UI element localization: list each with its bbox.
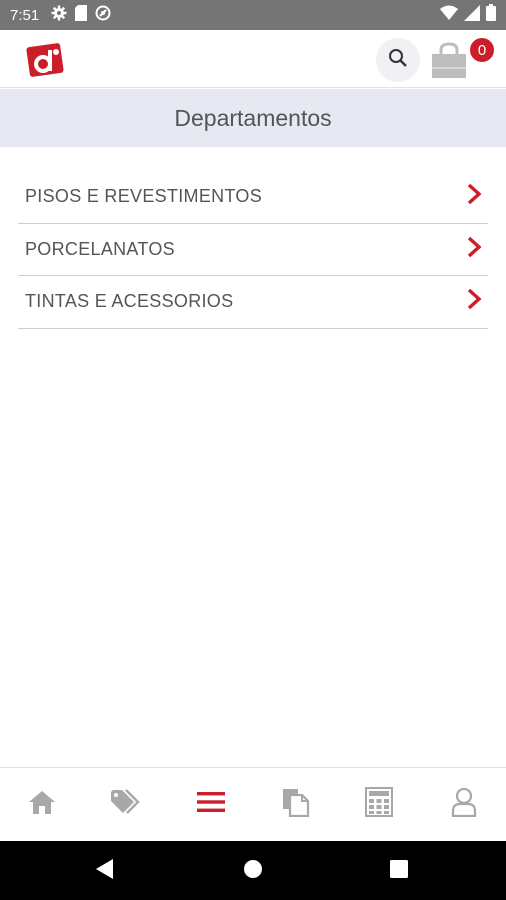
section-header: Departamentos — [0, 89, 506, 147]
recents-icon — [390, 859, 408, 883]
documents-icon — [280, 787, 310, 822]
nav-calculator-button[interactable] — [354, 782, 404, 826]
department-label: PORCELANATOS — [25, 238, 175, 259]
department-label: TINTAS E ACESSORIOS — [25, 291, 234, 312]
nav-menu-button[interactable] — [186, 782, 236, 826]
nav-offers-button[interactable] — [101, 782, 151, 826]
nav-documents-button[interactable] — [270, 782, 320, 826]
wifi-icon — [440, 5, 458, 26]
shopping-bag-icon — [430, 42, 468, 83]
menu-icon — [197, 791, 225, 818]
department-label: PISOS E REVESTIMENTOS — [25, 186, 263, 207]
department-list: PISOS E REVESTIMENTOS PORCELANATOS TINTA… — [18, 171, 488, 329]
chevron-right-icon — [466, 288, 482, 315]
gear-icon — [51, 5, 67, 26]
recents-button[interactable] — [386, 858, 412, 884]
back-icon — [95, 858, 115, 885]
cart-button[interactable]: 0 — [428, 36, 498, 84]
calculator-icon — [365, 786, 393, 822]
page-title: Departamentos — [174, 104, 332, 131]
tag-icon — [109, 788, 143, 821]
brand-logo-icon[interactable] — [26, 42, 66, 78]
nav-home-button[interactable] — [17, 782, 67, 826]
system-navigation-bar — [0, 841, 506, 900]
home-button[interactable] — [240, 858, 266, 884]
nav-account-button[interactable] — [439, 782, 489, 826]
department-item-pisos[interactable]: PISOS E REVESTIMENTOS — [18, 171, 488, 224]
search-button[interactable] — [376, 38, 420, 82]
sim-card-icon — [75, 4, 88, 26]
cart-count-badge: 0 — [470, 38, 494, 62]
chevron-right-icon — [466, 236, 482, 263]
search-icon — [388, 48, 408, 73]
bottom-navigation — [0, 767, 506, 841]
department-item-tintas[interactable]: TINTAS E ACESSORIOS — [18, 276, 488, 329]
chevron-right-icon — [466, 183, 482, 210]
battery-icon — [486, 4, 496, 26]
app-bar: 0 — [0, 30, 506, 88]
back-button[interactable] — [92, 858, 118, 884]
home-circle-icon — [243, 859, 263, 884]
cellular-icon — [464, 4, 480, 26]
home-icon — [28, 789, 56, 820]
data-saver-icon — [95, 5, 111, 26]
user-icon — [451, 787, 477, 822]
status-time: 7:51 — [10, 6, 40, 24]
department-item-porcelanatos[interactable]: PORCELANATOS — [18, 224, 488, 276]
status-left-icons — [51, 4, 111, 26]
status-right-icons — [440, 4, 496, 26]
status-bar: 7:51 — [0, 0, 506, 30]
